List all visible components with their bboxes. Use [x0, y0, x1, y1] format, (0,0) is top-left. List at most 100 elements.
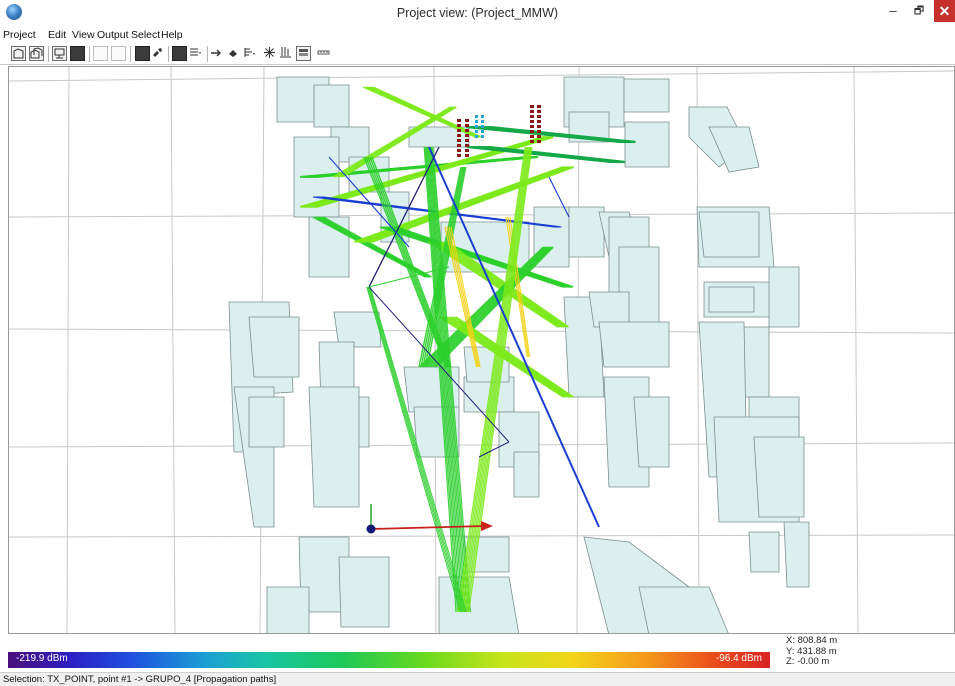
- building-footprint: [313, 84, 350, 128]
- rx-point: [530, 105, 534, 108]
- x-axis-arrowhead: [481, 521, 493, 531]
- selection-status: Selection: TX_POINT, point #1 -> GRUPO_4…: [3, 674, 277, 685]
- rx-point: [457, 149, 461, 152]
- menu-help[interactable]: Help: [161, 29, 183, 41]
- arrow-right-icon[interactable]: [210, 46, 225, 61]
- x-axis-arrow: [370, 525, 486, 530]
- solid-view-icon[interactable]: [70, 46, 85, 61]
- rx-point: [537, 110, 541, 113]
- point-icon[interactable]: [227, 46, 242, 61]
- building-footprint: [266, 586, 310, 633]
- shaded-view-icon[interactable]: [172, 46, 187, 61]
- stack-icon[interactable]: [296, 46, 311, 61]
- rx-point: [465, 149, 469, 152]
- rx-point: [537, 130, 541, 133]
- rx-point: [530, 115, 534, 118]
- wire-box-icon[interactable]: [93, 46, 108, 61]
- copy-project-icon[interactable]: [29, 46, 44, 61]
- minimize-button[interactable]: –: [880, 0, 906, 22]
- building-footprint: [248, 316, 300, 378]
- rx-point: [530, 140, 534, 143]
- wire-box-2-icon[interactable]: [111, 46, 126, 61]
- building-footprint: [633, 396, 670, 468]
- toolbar-separator: [168, 46, 169, 62]
- star-icon[interactable]: [263, 46, 278, 61]
- building-footprint: [598, 321, 670, 368]
- window-title: Project view: (Project_MMW): [396, 6, 559, 20]
- rx-point-cyan: [481, 115, 484, 118]
- building-footprint: [438, 576, 520, 633]
- ruler-icon[interactable]: [317, 46, 332, 61]
- close-button[interactable]: ✕: [934, 0, 955, 22]
- rx-point: [530, 110, 534, 113]
- restore-button[interactable]: 🗗: [906, 0, 932, 22]
- rx-point-cyan: [481, 125, 484, 128]
- road-line: [9, 328, 954, 334]
- power-color-legend: -219.9 dBm -96.4 dBm: [8, 652, 770, 668]
- road-line: [696, 67, 700, 633]
- rx-point: [457, 144, 461, 147]
- bars-dropdown-icon[interactable]: [243, 46, 258, 61]
- rx-point-cyan: [475, 115, 478, 118]
- cursor-coordinates: X: 808.84 m Y: 431.88 m Z: -0.00 m: [786, 635, 838, 668]
- rx-point: [465, 129, 469, 132]
- building-footprint: [768, 266, 800, 328]
- rx-point-cyan: [481, 135, 484, 138]
- rx-point: [537, 125, 541, 128]
- toolbar: [0, 43, 955, 65]
- menu-view[interactable]: View: [72, 29, 95, 41]
- legend-max-label: -96.4 dBm: [715, 653, 762, 664]
- menu-dropdown-icon[interactable]: [189, 46, 204, 61]
- rx-point: [457, 154, 461, 157]
- open-project-icon[interactable]: [11, 46, 26, 61]
- building-footprint: [338, 556, 390, 628]
- rx-point: [465, 144, 469, 147]
- road-line: [170, 67, 176, 633]
- rx-point: [465, 139, 469, 142]
- road-line: [66, 67, 70, 633]
- title-bar[interactable]: Project view: (Project_MMW) – 🗗 ✕: [0, 0, 955, 28]
- building-footprint: [638, 586, 729, 633]
- legend-min-label: -219.9 dBm: [16, 653, 68, 664]
- rx-point: [530, 120, 534, 123]
- tx-point-marker: [366, 524, 376, 534]
- status-bar: Selection: TX_POINT, point #1 -> GRUPO_4…: [0, 672, 955, 686]
- rx-point: [457, 134, 461, 137]
- rx-point-cyan: [475, 130, 478, 133]
- buildings-layer: [228, 76, 810, 633]
- rx-point: [457, 124, 461, 127]
- layers-dropdown-icon[interactable]: [135, 46, 150, 61]
- coord-z: Z: -0.00 m: [786, 656, 830, 667]
- menu-edit[interactable]: Edit: [48, 29, 66, 41]
- menu-output[interactable]: Output: [97, 29, 129, 41]
- toolbar-separator: [48, 46, 49, 62]
- toolbar-separator: [89, 46, 90, 62]
- project-viewport[interactable]: [8, 66, 955, 634]
- rx-point-cyan: [475, 125, 478, 128]
- tools-icon[interactable]: [151, 46, 166, 61]
- antenna-icon[interactable]: [279, 46, 294, 61]
- rx-point: [530, 135, 534, 138]
- monitor-icon[interactable]: [52, 46, 67, 61]
- building-footprint: [623, 78, 670, 113]
- rx-point: [457, 129, 461, 132]
- rx-point: [537, 115, 541, 118]
- building-footprint: [568, 206, 605, 258]
- road-line: [853, 67, 859, 633]
- propagation-scene[interactable]: [9, 67, 955, 634]
- menu-select[interactable]: Select: [131, 29, 160, 41]
- rx-point-cyan: [481, 130, 484, 133]
- road-line: [9, 70, 954, 82]
- building-footprint: [308, 386, 360, 508]
- menu-bar: Project Edit View Output Select Help: [0, 28, 955, 43]
- rx-point: [457, 119, 461, 122]
- rx-point: [530, 125, 534, 128]
- rx-point: [457, 139, 461, 142]
- building-footprint: [248, 396, 285, 448]
- building-footprint: [753, 436, 805, 518]
- rx-point: [537, 120, 541, 123]
- rx-point-cyan: [481, 120, 484, 123]
- rx-point: [465, 154, 469, 157]
- coord-x: X: 808.84 m: [786, 635, 838, 646]
- menu-project[interactable]: Project: [3, 29, 36, 41]
